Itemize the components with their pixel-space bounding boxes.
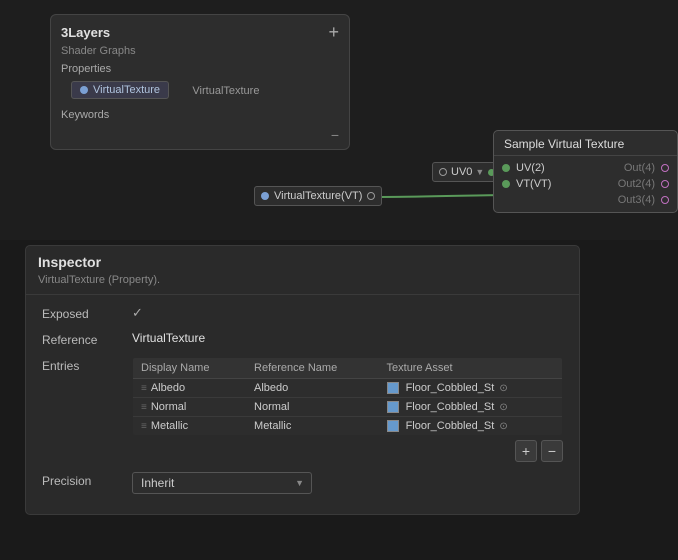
inspector-body: Exposed ✓ Reference VirtualTexture Entri… — [26, 295, 579, 514]
layers-panel-bottom: − — [51, 127, 349, 149]
inspector-subtitle: VirtualTexture (Property). — [26, 274, 579, 294]
entries-table: Display Name Reference Name Texture Asse… — [132, 357, 563, 436]
col-reference-name: Reference Name — [246, 358, 378, 379]
entries-row: Entries Display Name Reference Name Text… — [42, 357, 563, 462]
reference-value-text: VirtualTexture — [132, 331, 205, 345]
row-handle: ≡ — [141, 383, 147, 394]
layers-panel-properties-label: Properties — [51, 61, 349, 79]
svt-output-out2: Out2(4) — [618, 178, 655, 190]
layers-panel-subtitle: Shader Graphs — [51, 45, 349, 61]
vt-dot — [80, 86, 88, 94]
inspector-title: Inspector — [26, 246, 579, 274]
entries-label: Entries — [42, 357, 132, 373]
row-albedo-ref: Albedo — [246, 379, 378, 398]
reference-row: Reference VirtualTexture — [42, 331, 563, 347]
layers-panel-minus-button[interactable]: − — [331, 127, 339, 143]
node-vt-label: VirtualTexture(VT) — [274, 190, 362, 202]
svt-input-uv: UV(2) Out(4) — [494, 160, 677, 176]
row-normal-ref: Normal — [246, 398, 378, 417]
virtual-texture-right-label: VirtualTexture — [192, 85, 259, 97]
precision-select-wrapper: Inherit Float Half ▼ — [132, 472, 312, 494]
col-display-name: Display Name — [133, 358, 247, 379]
texture-name-normal: Floor_Cobbled_St — [406, 401, 495, 413]
row-normal-display: ≡Normal — [133, 398, 247, 417]
entries-table-header-row: Display Name Reference Name Texture Asse… — [133, 358, 563, 379]
layers-panel-title: 3Layers — [61, 25, 110, 40]
reference-label: Reference — [42, 331, 132, 347]
row-normal-texture: Floor_Cobbled_St ⊙ — [379, 398, 563, 417]
svt-panel: Sample Virtual Texture UV(2) Out(4) VT(V… — [493, 130, 678, 213]
precision-field: Inherit Float Half ▼ — [132, 472, 563, 494]
svt-output-out3: Out3(4) — [618, 194, 655, 206]
svt-output-out: Out(4) — [624, 162, 655, 174]
texture-link-icon-normal[interactable]: ⊙ — [499, 402, 507, 413]
exposed-row: Exposed ✓ — [42, 305, 563, 321]
table-row: ≡Metallic Metallic Floor_Cobbled_St ⊙ — [133, 417, 563, 436]
svt-pin-vt[interactable] — [502, 180, 510, 188]
precision-select[interactable]: Inherit Float Half — [132, 472, 312, 494]
row-metallic-ref: Metallic — [246, 417, 378, 436]
layers-panel-add-button[interactable]: + — [328, 23, 339, 41]
row-metallic-display: ≡Metallic — [133, 417, 247, 436]
texture-link-icon-metallic[interactable]: ⊙ — [499, 421, 507, 432]
col-texture-asset: Texture Asset — [379, 358, 563, 379]
row-handle: ≡ — [141, 421, 147, 432]
node-uv0-dot — [439, 168, 447, 176]
texture-swatch-albedo — [387, 382, 399, 394]
row-albedo-texture: Floor_Cobbled_St ⊙ — [379, 379, 563, 398]
entries-add-button[interactable]: + — [515, 440, 537, 462]
texture-link-icon-albedo[interactable]: ⊙ — [499, 383, 507, 394]
node-virtual-texture: VirtualTexture(VT) — [254, 186, 382, 206]
virtual-texture-badge-label: VirtualTexture — [93, 84, 160, 96]
virtual-texture-prop-row: VirtualTexture VirtualTexture — [51, 79, 349, 107]
layers-panel: 3Layers + Shader Graphs Properties Virtu… — [50, 14, 350, 150]
exposed-checkmark: ✓ — [132, 305, 143, 320]
virtual-texture-badge[interactable]: VirtualTexture — [71, 81, 169, 99]
node-uv0-label: UV0 — [451, 166, 472, 178]
row-handle: ≡ — [141, 402, 147, 413]
texture-name-albedo: Floor_Cobbled_St — [406, 382, 495, 394]
row-metallic-texture: Floor_Cobbled_St ⊙ — [379, 417, 563, 436]
entries-remove-button[interactable]: − — [541, 440, 563, 462]
precision-label: Precision — [42, 472, 132, 488]
svt-pin-uv[interactable] — [502, 164, 510, 172]
precision-row: Precision Inherit Float Half ▼ — [42, 472, 563, 494]
svt-output-only-row: Out3(4) — [494, 192, 677, 208]
svt-inputs: UV(2) Out(4) VT(VT) Out2(4) Out3(4) — [494, 156, 677, 212]
reference-value: VirtualTexture — [132, 331, 563, 345]
exposed-label: Exposed — [42, 305, 132, 321]
svt-out-pin-2[interactable] — [661, 180, 669, 188]
row-albedo-display: ≡Albedo — [133, 379, 247, 398]
exposed-value: ✓ — [132, 305, 563, 321]
node-uv0-arrow[interactable]: ▼ — [475, 167, 484, 177]
svt-input-vt: VT(VT) Out2(4) — [494, 176, 677, 192]
layers-panel-keywords-label: Keywords — [51, 107, 349, 127]
layers-panel-header: 3Layers + — [51, 15, 349, 45]
svt-input-vt-label: VT(VT) — [516, 178, 551, 190]
node-vt-left-pin[interactable] — [261, 192, 269, 200]
svt-out-pin-1[interactable] — [661, 164, 669, 172]
svt-out-pin-3[interactable] — [661, 196, 669, 204]
node-vt-right-pin[interactable] — [367, 192, 375, 200]
entries-actions: + − — [132, 440, 563, 462]
entries-table-wrapper: Display Name Reference Name Texture Asse… — [132, 357, 563, 462]
texture-name-metallic: Floor_Cobbled_St — [406, 420, 495, 432]
inspector-panel: Inspector VirtualTexture (Property). Exp… — [25, 245, 580, 515]
table-row: ≡Albedo Albedo Floor_Cobbled_St ⊙ — [133, 379, 563, 398]
svt-input-uv-label: UV(2) — [516, 162, 545, 174]
texture-swatch-normal — [387, 401, 399, 413]
svt-panel-header: Sample Virtual Texture — [494, 131, 677, 156]
texture-swatch-metallic — [387, 420, 399, 432]
table-row: ≡Normal Normal Floor_Cobbled_St ⊙ — [133, 398, 563, 417]
graph-area: 3Layers + Shader Graphs Properties Virtu… — [0, 0, 678, 240]
